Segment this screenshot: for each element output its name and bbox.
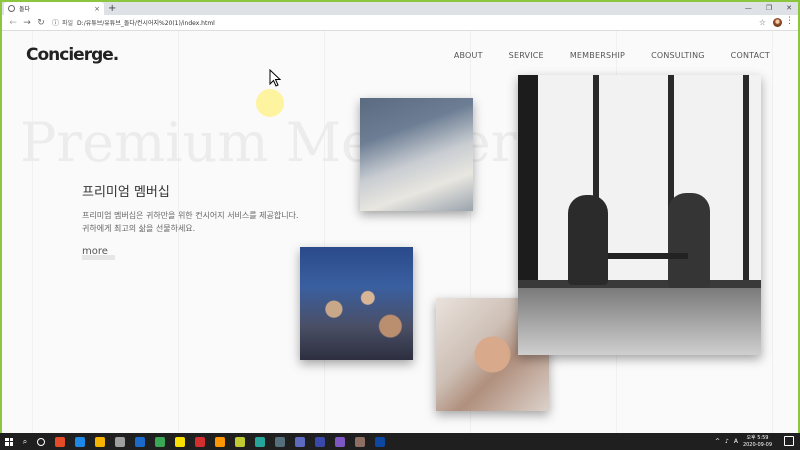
photo-signing-document: [360, 98, 473, 211]
person-silhouette: [568, 195, 608, 285]
person-silhouette: [668, 193, 710, 288]
taskbar-app-icon[interactable]: [295, 436, 305, 447]
nav-contact[interactable]: CONTACT: [731, 51, 770, 60]
address-bar[interactable]: ⓘ 파일 D:/유튜브/유튜브_돌다/컨시어지%20(1)/index.html: [52, 17, 752, 29]
more-link[interactable]: more: [82, 246, 108, 257]
forward-arrow-icon[interactable]: →: [20, 18, 34, 28]
taskbar-app-icon[interactable]: [355, 436, 365, 447]
clock-date: 2020-09-09: [742, 441, 772, 448]
minimize-button[interactable]: —: [745, 2, 752, 15]
clock[interactable]: 오후 5:59 2020-09-09: [743, 435, 772, 449]
ime-indicator[interactable]: A: [734, 438, 738, 445]
nav-about[interactable]: ABOUT: [454, 51, 483, 60]
chevron-up-icon[interactable]: ^: [715, 438, 720, 445]
tab-strip: 돌다 × + — ❐ ✕: [2, 2, 798, 15]
browser-window: 돌다 × + — ❐ ✕ ← → ↻ ⓘ 파일 D:/유튜브/유튜브_돌다/컨시…: [2, 2, 798, 433]
grid-line: [32, 31, 33, 433]
taskbar-app-icon[interactable]: [55, 436, 65, 447]
grid-line: [324, 31, 325, 433]
section-description: 프리미엄 멤버십은 귀하만을 위한 컨시어지 서비스를 제공합니다. 귀하에게 …: [82, 209, 322, 235]
window-sill: [518, 280, 761, 288]
cafe-table: [608, 253, 688, 259]
nav-membership[interactable]: MEMBERSHIP: [570, 51, 625, 60]
pinned-apps: [50, 436, 390, 447]
profile-avatar[interactable]: [773, 18, 782, 27]
taskbar-app-icon[interactable]: [215, 436, 225, 447]
floor: [518, 288, 761, 355]
photo-concert-crowd: [300, 247, 413, 360]
site-logo[interactable]: Concierge.: [26, 45, 119, 65]
taskbar-app-icon[interactable]: [275, 436, 285, 447]
taskbar-app-icon[interactable]: [175, 436, 185, 447]
cortana-icon[interactable]: [37, 437, 45, 446]
reload-icon[interactable]: ↻: [34, 18, 48, 28]
globe-icon: [8, 5, 15, 12]
back-arrow-icon[interactable]: ←: [6, 18, 20, 28]
grid-line: [772, 31, 773, 433]
system-tray: ^ ♪ A 오후 5:59 2020-09-09: [715, 433, 772, 450]
window-controls: — ❐ ✕: [745, 2, 792, 15]
new-tab-button[interactable]: +: [108, 2, 116, 15]
taskbar-app-icon[interactable]: [315, 436, 325, 447]
info-icon[interactable]: ⓘ: [52, 18, 59, 28]
photo-cafe-meeting: [518, 75, 761, 355]
nav-consulting[interactable]: CONSULTING: [651, 51, 705, 60]
web-page: Premium Membership Concierge. ABOUT SERV…: [2, 31, 798, 433]
taskbar-app-icon[interactable]: [135, 436, 145, 447]
tab-title: 돌다: [19, 6, 31, 13]
bookmark-star-icon[interactable]: ☆: [759, 18, 766, 27]
search-icon[interactable]: ⌕: [18, 437, 32, 447]
maximize-button[interactable]: ❐: [766, 2, 772, 15]
url-scheme-label: 파일: [62, 20, 74, 27]
cursor-highlight: [256, 89, 284, 117]
description-line: 귀하에게 최고의 삶을 선물하세요.: [82, 224, 196, 233]
taskbar-app-icon[interactable]: [75, 436, 85, 447]
windows-taskbar: ⌕ ^ ♪ A 오후 5:59 2020-09-09: [0, 433, 800, 450]
taskbar-app-icon[interactable]: [335, 436, 345, 447]
browser-toolbar: ← → ↻ ⓘ 파일 D:/유튜브/유튜브_돌다/컨시어지%20(1)/inde…: [2, 15, 798, 31]
taskbar-app-icon[interactable]: [155, 436, 165, 447]
notification-center-icon[interactable]: [784, 436, 794, 446]
url-text[interactable]: D:/유튜브/유튜브_돌다/컨시어지%20(1)/index.html: [77, 18, 215, 27]
tab-active[interactable]: 돌다 ×: [4, 2, 104, 15]
taskbar-app-icon[interactable]: [115, 436, 125, 447]
taskbar-app-icon[interactable]: [195, 436, 205, 447]
tab-close-icon[interactable]: ×: [94, 5, 100, 13]
taskbar-app-icon[interactable]: [255, 436, 265, 447]
window-mullion: [743, 75, 749, 285]
close-window-button[interactable]: ✕: [786, 2, 792, 15]
browser-menu-icon[interactable]: ⋮: [785, 16, 794, 26]
volume-icon[interactable]: ♪: [725, 438, 729, 445]
mouse-cursor-icon: [269, 68, 282, 91]
description-line: 프리미엄 멤버십은 귀하만을 위한 컨시어지 서비스를 제공합니다.: [82, 211, 299, 220]
taskbar-app-icon[interactable]: [235, 436, 245, 447]
windows-logo-icon: [5, 437, 13, 446]
section-title: 프리미엄 멤버십: [82, 185, 170, 200]
site-nav: ABOUT SERVICE MEMBERSHIP CONSULTING CONT…: [454, 51, 770, 60]
taskbar-app-icon[interactable]: [375, 436, 385, 447]
nav-service[interactable]: SERVICE: [509, 51, 544, 60]
start-button[interactable]: [0, 433, 18, 450]
taskbar-app-icon[interactable]: [95, 436, 105, 447]
clock-time: 오후 5:59: [746, 434, 769, 441]
